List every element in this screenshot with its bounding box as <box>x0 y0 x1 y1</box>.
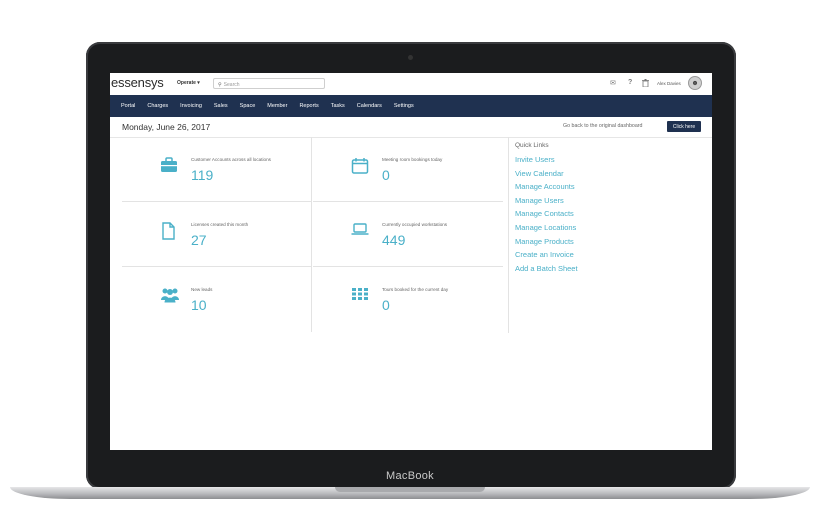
stat-value: 449 <box>382 232 406 248</box>
stat-label: Currently occupied workstations <box>382 222 448 227</box>
avatar[interactable]: ☻ <box>688 76 702 90</box>
quick-link-manage-contacts[interactable]: Manage Contacts <box>515 207 705 221</box>
briefcase-icon <box>160 157 180 175</box>
calendar-icon <box>351 157 371 175</box>
stat-label: Meeting room bookings today <box>382 157 443 162</box>
quick-links-title: Quick Links <box>515 142 549 149</box>
webcam <box>408 55 413 60</box>
envelope-icon[interactable]: ✉ <box>610 79 616 87</box>
trash-icon[interactable] <box>642 79 649 89</box>
quick-link-manage-locations[interactable]: Manage Locations <box>515 221 705 235</box>
laptop-notch <box>335 487 485 492</box>
stat-card-customer-accounts[interactable]: Customer Accounts across all locations 1… <box>122 137 312 202</box>
nav-item-invoicing[interactable]: Invoicing <box>180 103 202 109</box>
operate-menu[interactable]: Operate ▾ <box>177 80 200 86</box>
top-bar: essensys Operate ▾ ⚲ Search ✉ ? Alex Dav… <box>110 73 712 96</box>
quick-links-panel: Quick Links Invite Users View Calendar M… <box>515 142 705 275</box>
stat-card-tours[interactable]: Tours booked for the current day 0 <box>313 267 503 332</box>
go-back-text: Go back to the original dashboard <box>563 123 643 129</box>
document-icon <box>160 222 180 240</box>
stat-card-workstations[interactable]: Currently occupied workstations 449 <box>313 202 503 267</box>
stat-card-licenses[interactable]: Licenses created this month 27 <box>122 202 312 267</box>
quick-links-divider <box>508 137 509 333</box>
device-label: MacBook <box>386 470 434 482</box>
quick-link-manage-products[interactable]: Manage Products <box>515 235 705 249</box>
stats-grid: Customer Accounts across all locations 1… <box>122 137 503 333</box>
grid-icon <box>351 287 371 305</box>
stat-value: 0 <box>382 167 390 183</box>
group-icon <box>160 287 180 305</box>
nav-item-calendars[interactable]: Calendars <box>357 103 382 109</box>
quick-link-invite-users[interactable]: Invite Users <box>515 153 705 167</box>
quick-link-create-invoice[interactable]: Create an Invoice <box>515 248 705 262</box>
stat-label: Customer Accounts across all locations <box>191 157 271 162</box>
search-icon: ⚲ <box>218 81 222 88</box>
nav-item-member[interactable]: Member <box>267 103 287 109</box>
laptop-icon <box>351 222 371 240</box>
user-name[interactable]: Alex Davies <box>657 81 681 86</box>
stat-label: Tours booked for the current day <box>382 287 449 292</box>
stat-label: Licenses created this month <box>191 222 249 227</box>
quick-link-add-batch-sheet[interactable]: Add a Batch Sheet <box>515 262 705 276</box>
quick-link-manage-users[interactable]: Manage Users <box>515 194 705 208</box>
stat-value: 27 <box>191 232 207 248</box>
stat-card-new-leads[interactable]: New leads 10 <box>122 267 312 332</box>
stat-value: 10 <box>191 297 207 313</box>
nav-item-space[interactable]: Space <box>240 103 256 109</box>
nav-item-portal[interactable]: Portal <box>121 103 135 109</box>
app-screen: essensys Operate ▾ ⚲ Search ✉ ? Alex Dav… <box>110 73 712 450</box>
app-logo[interactable]: essensys <box>111 75 164 90</box>
stat-value: 0 <box>382 297 390 313</box>
search-input[interactable]: ⚲ Search <box>213 78 325 89</box>
stat-value: 119 <box>191 167 214 183</box>
search-placeholder: Search <box>223 81 240 88</box>
question-icon[interactable]: ? <box>628 79 632 86</box>
stat-card-meeting-rooms[interactable]: Meeting room bookings today 0 <box>313 137 503 202</box>
nav-item-sales[interactable]: Sales <box>214 103 228 109</box>
nav-item-reports[interactable]: Reports <box>299 103 318 109</box>
page-date: Monday, June 26, 2017 <box>122 122 211 132</box>
quick-link-view-calendar[interactable]: View Calendar <box>515 167 705 181</box>
main-nav: Portal Charges Invoicing Sales Space Mem… <box>110 95 712 117</box>
stat-label: New leads <box>191 287 213 292</box>
nav-item-settings[interactable]: Settings <box>394 103 414 109</box>
quick-link-manage-accounts[interactable]: Manage Accounts <box>515 180 705 194</box>
date-bar: Monday, June 26, 2017 Go back to the ori… <box>110 117 712 138</box>
click-here-button[interactable]: Click here <box>667 121 701 132</box>
nav-item-charges[interactable]: Charges <box>147 103 168 109</box>
nav-item-tasks[interactable]: Tasks <box>331 103 345 109</box>
